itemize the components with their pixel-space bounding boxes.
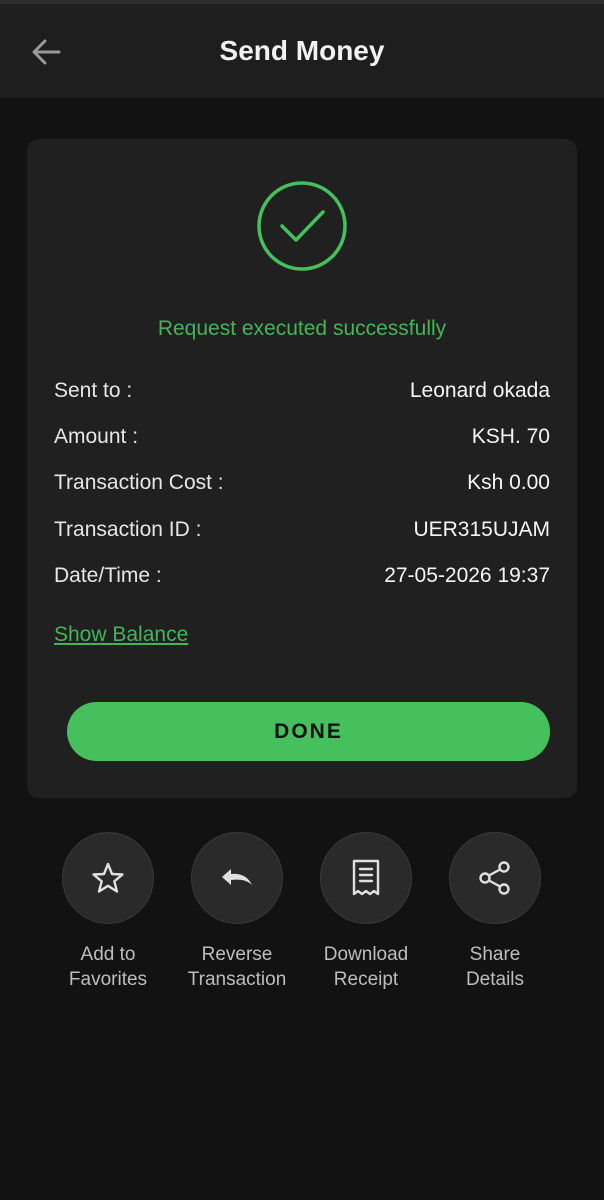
detail-row-transaction-cost: Transaction Cost : Ksh 0.00 — [54, 466, 550, 500]
action-circle — [191, 832, 283, 924]
detail-row-amount: Amount : KSH. 70 — [54, 420, 550, 454]
share-details-button[interactable]: Share Details — [425, 832, 565, 992]
action-label: Reverse Transaction — [187, 944, 287, 990]
detail-value: Ksh 0.00 — [467, 471, 550, 494]
page-title: Send Money — [219, 35, 385, 66]
undo-icon — [222, 869, 252, 885]
reverse-transaction-button[interactable]: Reverse Transaction — [167, 832, 307, 992]
detail-value: 27-05-2026 19:37 — [384, 564, 550, 587]
add-to-favorites-button[interactable]: Add to Favorites — [38, 832, 178, 992]
arrow-left-icon — [32, 39, 61, 65]
transaction-card: Request executed successfully Sent to : … — [27, 139, 577, 798]
app-bar: Send Money — [0, 4, 604, 98]
detail-row-transaction-id: Transaction ID : UER315UJAM — [54, 513, 550, 547]
success-message: Request executed successfully — [157, 317, 447, 340]
share-icon — [479, 861, 510, 895]
action-label: Download Receipt — [323, 944, 409, 990]
download-receipt-button[interactable]: Download Receipt — [296, 832, 436, 992]
detail-label: Transaction ID : — [54, 518, 202, 541]
detail-label: Date/Time : — [54, 564, 162, 587]
detail-value: KSH. 70 — [471, 425, 550, 448]
star-icon — [92, 862, 124, 893]
back-button[interactable] — [22, 32, 70, 72]
show-balance-link[interactable]: Show Balance — [54, 623, 188, 647]
done-button[interactable]: DONE — [67, 702, 550, 761]
detail-row-sent-to: Sent to : Leonard okada — [54, 374, 550, 408]
action-circle — [62, 832, 154, 924]
action-circle — [320, 832, 412, 924]
check-circle-icon — [257, 181, 347, 271]
action-circle — [449, 832, 541, 924]
receipt-icon — [352, 859, 380, 896]
quick-actions: Add to Favorites Reverse Transaction Dow… — [0, 832, 604, 1002]
detail-value: Leonard okada — [409, 379, 550, 402]
detail-row-date-time: Date/Time : 27-05-2026 19:37 — [54, 559, 550, 593]
detail-label: Sent to : — [54, 379, 133, 402]
detail-value: UER315UJAM — [413, 518, 550, 541]
detail-label: Transaction Cost : — [54, 471, 224, 494]
detail-label: Amount : — [54, 425, 139, 448]
action-label: Share Details — [465, 944, 525, 990]
action-label: Add to Favorites — [68, 944, 148, 990]
